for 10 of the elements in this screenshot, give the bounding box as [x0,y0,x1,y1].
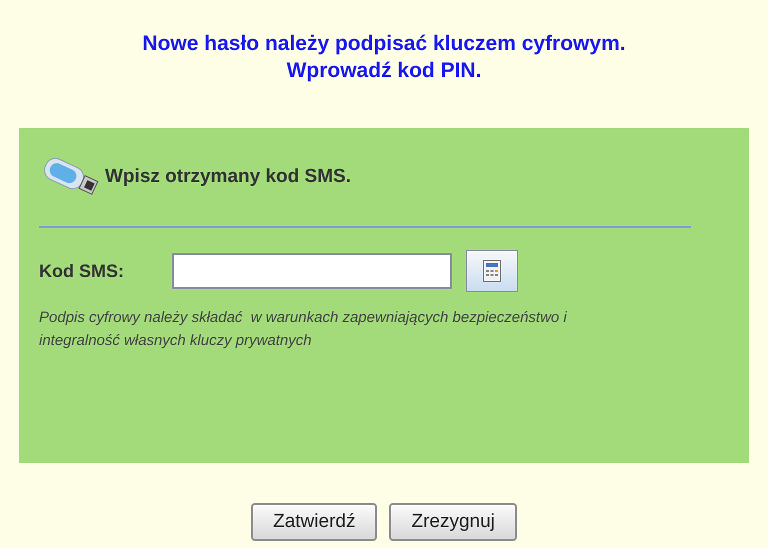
sms-code-field[interactable] [172,253,452,289]
calculator-icon [483,260,501,282]
panel-title: Wpisz otrzymany kod SMS. [105,164,351,189]
keypad-button[interactable] [466,250,518,292]
heading-text: Nowe hasło należy podpisać kluczem cyfrowym. [142,31,626,57]
security-note: Podpis cyfrowy należy składać w warunkach zapewniających bezpieczeństwo i integralność własnych kluczy prywatnych [39,308,568,351]
action-button[interactable]: Zatwierdź [251,503,378,541]
heading-text: Wprowadź kod PIN. [286,58,482,84]
field-label: Kod SMS: [39,260,125,282]
action-button[interactable]: Zrezygnuj [389,503,517,541]
